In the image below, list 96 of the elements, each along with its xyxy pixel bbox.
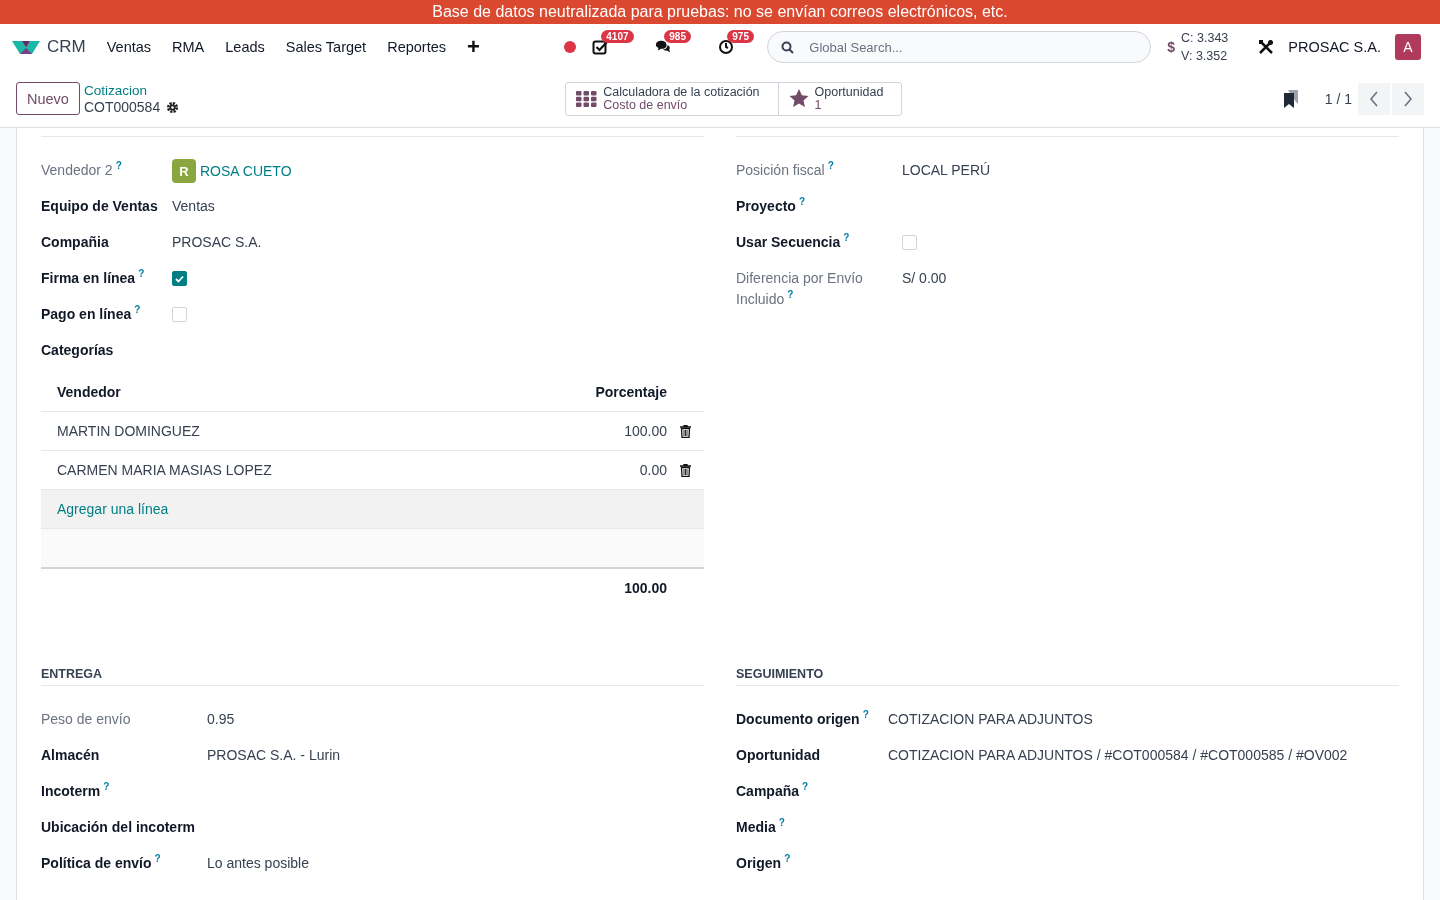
menu-item[interactable]: Ventas <box>106 39 152 55</box>
app-logo-icon[interactable] <box>12 39 40 55</box>
chat-icon[interactable] <box>655 39 672 55</box>
app-name[interactable]: CRM <box>47 37 86 57</box>
field-label: Política de envío $^{?}$ <box>41 852 162 873</box>
exchange-rate: V: 3.352 <box>1181 48 1229 65</box>
trash-icon[interactable] <box>680 424 691 438</box>
menu-item[interactable]: Sales Target <box>285 39 367 55</box>
menu-item[interactable]: RMA <box>172 39 205 55</box>
database-banner: Base de datos neutralizada para pruebas: no se envían correos electrónicos, etc. <box>0 0 1440 24</box>
field-label: Compañia <box>41 233 110 252</box>
check-icon <box>175 274 184 283</box>
new-button[interactable]: Nuevo <box>16 82 80 115</box>
star-icon <box>788 89 809 108</box>
record-name: COT000584 <box>83 98 161 116</box>
field-value: 0.95 <box>207 710 235 729</box>
table-cell: 100.00 <box>624 423 667 439</box>
smart-button[interactable]: Oportunidad 1 <box>778 82 902 115</box>
user-avatar[interactable]: A <box>1395 34 1421 60</box>
field-label: Ubicación del incoterm <box>41 818 197 837</box>
help-mark[interactable]: ? <box>115 160 122 171</box>
total-value: 100.00 <box>624 580 667 596</box>
search-field[interactable]: Global Search... <box>767 31 1152 63</box>
gear-icon[interactable] <box>166 100 180 114</box>
column-header: Vendedor <box>57 384 122 400</box>
table-cell-text: MARTIN DOMINGUEZ <box>57 423 201 439</box>
bookmark-icon[interactable] <box>1282 88 1299 109</box>
help-mark[interactable]: ? <box>802 781 809 792</box>
help-mark[interactable]: ? <box>154 853 161 864</box>
company-switcher[interactable]: PROSAC S.A. <box>1288 39 1381 55</box>
pager-value: 1 / 1 <box>1324 90 1352 107</box>
field-label: Documento origen $^{?}$ <box>736 708 870 729</box>
field-value: PROSAC S.A. <box>172 233 262 252</box>
field-value: PROSAC S.A. - Lurin <box>207 746 341 765</box>
section-heading: SEGUIMIENTO <box>736 667 1399 686</box>
help-mark[interactable]: ? <box>134 304 141 315</box>
tools-icon[interactable] <box>1258 39 1275 55</box>
breadcrumb-link[interactable]: Cotizacion <box>83 81 180 99</box>
field-label: Peso de envío <box>41 710 132 729</box>
clock-icon[interactable] <box>718 39 735 55</box>
recording-dot-icon[interactable] <box>564 41 577 53</box>
next-button[interactable] <box>1392 82 1424 115</box>
field-label: Oportunidad <box>736 746 821 765</box>
field-value: Ventas <box>172 197 215 216</box>
help-mark[interactable]: ? <box>827 160 834 171</box>
field-value: S/ 0.00 <box>902 269 947 288</box>
field-label: Usar Secuencia $^{?}$ <box>736 231 851 252</box>
help-mark[interactable]: ? <box>138 268 145 279</box>
field-label: Campaña $^{?}$ <box>736 780 810 801</box>
help-mark[interactable]: ? <box>103 781 110 792</box>
help-mark[interactable]: ? <box>843 232 850 243</box>
field-label: Categorías <box>41 341 115 360</box>
notification-count: 975 <box>727 30 754 43</box>
field-label: Origen $^{?}$ <box>736 852 792 873</box>
previous-button[interactable] <box>1358 82 1390 115</box>
checkbox-icon[interactable] <box>592 39 609 55</box>
field-label: Proyecto $^{?}$ <box>736 195 807 216</box>
help-mark[interactable]: ? <box>862 709 869 720</box>
field-label: Media $^{?}$ <box>736 816 786 837</box>
menu-item[interactable]: Leads <box>225 39 265 55</box>
field-label: Posición fiscal $^{?}$ <box>736 159 835 180</box>
notification-count: 4107 <box>601 30 634 43</box>
column-header: Porcentaje <box>595 384 667 400</box>
table-cell: 0.00 <box>639 462 667 478</box>
field-label: Firma en línea $^{?}$ <box>41 267 146 288</box>
notification-count: 985 <box>664 30 691 43</box>
grid-icon <box>576 90 598 107</box>
table-cell-text: CARMEN MARIA MASIAS LOPEZ <box>57 462 273 478</box>
section-heading: ENTREGA <box>41 667 704 686</box>
checkbox[interactable] <box>172 271 187 286</box>
field-value: COTIZACION PARA ADJUNTOS / #COT000584 / #COT000585 / #OV002 <box>888 746 1348 765</box>
field-label: Almacén <box>41 746 101 765</box>
help-mark[interactable]: ? <box>784 853 791 864</box>
field-label: Vendedor 2 $^{?}$ <box>41 159 123 180</box>
currency-symbol: $ <box>1167 39 1176 55</box>
field-label: Pago en línea $^{?}$ <box>41 303 142 324</box>
exchange-rate: C: 3.343 <box>1181 30 1229 47</box>
field-label: Incoterm $^{?}$ <box>41 780 111 801</box>
field-label: Equipo de Ventas <box>41 197 159 216</box>
user-avatar: R <box>172 159 196 183</box>
add-menu-button[interactable]: + <box>467 34 480 60</box>
smart-button[interactable]: Calculadora de la cotización Costo de envío <box>566 82 779 115</box>
help-mark[interactable]: ? <box>778 817 785 828</box>
field-value: COTIZACION PARA ADJUNTOS <box>888 710 1093 729</box>
field-value: Lo antes posible <box>207 854 309 873</box>
help-mark[interactable]: ? <box>798 196 806 207</box>
field-label: Diferencia por Envío Incluido $^{?}$ <box>736 269 864 309</box>
salesperson-link[interactable]: ROSA CUETO <box>200 153 292 182</box>
field-value: LOCAL PERÚ <box>902 161 991 180</box>
search-icon <box>781 41 795 54</box>
add-line-link[interactable]: Agregar una línea <box>57 501 169 517</box>
trash-icon[interactable] <box>680 463 691 477</box>
chevron-right-icon <box>1403 90 1413 107</box>
help-mark[interactable]: ? <box>787 289 794 300</box>
chevron-left-icon <box>1369 90 1379 107</box>
menu-item[interactable]: Reportes <box>387 39 446 55</box>
